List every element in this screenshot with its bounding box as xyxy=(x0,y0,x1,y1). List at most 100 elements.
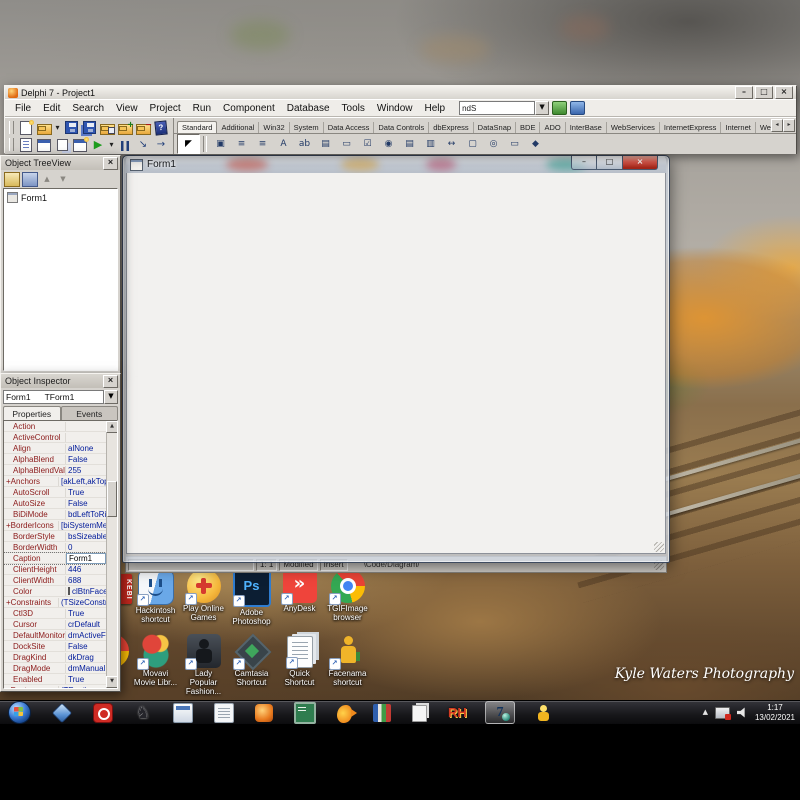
palette-main-menu[interactable]: ≡ xyxy=(231,135,252,153)
toggle-form-unit-button[interactable] xyxy=(53,137,71,153)
property-row-alphablend[interactable]: AlphaBlendFalse xyxy=(4,454,106,465)
ide-title-bar[interactable]: Delphi 7 - Project1 xyxy=(5,86,796,99)
desktop-icon-hackintosh[interactable]: ↗Hackintosh shortcut xyxy=(132,569,179,626)
tray-network-icon[interactable] xyxy=(715,707,730,719)
menu-search[interactable]: Search xyxy=(66,102,110,115)
menu-file[interactable]: File xyxy=(9,102,37,115)
run-dropdown-button[interactable] xyxy=(107,137,116,153)
taskbar-icon-file-manager[interactable] xyxy=(171,702,195,723)
palette-tab-dbexpress[interactable]: dbExpress xyxy=(429,122,473,133)
taskbar-icon-library-books[interactable] xyxy=(371,702,393,723)
property-row-constraints[interactable]: +Constraints(TSizeConstraints) xyxy=(4,597,106,608)
close-icon[interactable] xyxy=(103,157,118,170)
step-over-button[interactable] xyxy=(152,137,170,153)
palette-tab-ado[interactable]: ADO xyxy=(540,122,565,133)
palette-tab-system[interactable]: System xyxy=(290,122,324,133)
view-form-button[interactable] xyxy=(35,137,53,153)
property-value[interactable]: True xyxy=(66,609,106,618)
desktop-icon-facenama[interactable]: ↗Facenama shortcut xyxy=(324,634,371,697)
property-row-autoscroll[interactable]: AutoScrollTrue xyxy=(4,487,106,498)
property-value[interactable]: bdLeftToRight xyxy=(66,510,106,519)
property-row-dragmode[interactable]: DragModedmManual xyxy=(4,663,106,674)
close-icon[interactable] xyxy=(103,375,118,388)
palette-tab-webservices[interactable]: WebServices xyxy=(607,122,660,133)
open-project-button[interactable] xyxy=(98,120,116,136)
otv-list[interactable]: Form1 xyxy=(3,188,118,371)
palette-tab-additional[interactable]: Additional xyxy=(217,122,259,133)
tab-properties[interactable]: Properties xyxy=(3,406,61,420)
scroll-right-icon[interactable]: ▸ xyxy=(783,119,795,132)
property-value[interactable]: 688 xyxy=(66,576,106,585)
scroll-left-icon[interactable]: ◂ xyxy=(771,119,783,132)
property-value[interactable]: alNone xyxy=(66,444,106,453)
chevron-down-icon[interactable] xyxy=(104,390,118,404)
palette-tab-internetexpress[interactable]: InternetExpress xyxy=(660,122,722,133)
palette-combo-box[interactable]: ▥ xyxy=(420,135,441,153)
scroll-up-icon[interactable]: ▲ xyxy=(106,421,118,433)
property-value[interactable]: 0 xyxy=(66,543,106,552)
property-row-activecontrol[interactable]: ActiveControl xyxy=(4,432,106,443)
form-design-surface[interactable] xyxy=(126,173,666,554)
open-dropdown-button[interactable] xyxy=(53,120,62,136)
close-button[interactable] xyxy=(775,86,793,99)
toolbar-grip[interactable] xyxy=(9,138,14,151)
taskbar-icon-blue-diamond[interactable] xyxy=(50,702,74,723)
property-row-color[interactable]: ColorclBtnFace xyxy=(4,586,106,597)
maximize-button[interactable] xyxy=(597,156,622,170)
instance-selector[interactable]: Form1 TForm1 xyxy=(3,390,118,404)
form-resize-grip[interactable] xyxy=(654,542,664,552)
property-row-bordericons[interactable]: +BorderIcons[biSystemMenu,biMin xyxy=(4,520,106,531)
desktop-icon-camtasia[interactable]: ↗Camtasia Shortcut xyxy=(228,634,275,697)
property-value[interactable]: False xyxy=(66,499,106,508)
property-value[interactable]: crDefault xyxy=(66,620,106,629)
taskbar-icon-notepad[interactable] xyxy=(212,702,236,723)
form-title-bar[interactable]: Form1 xyxy=(126,156,666,173)
move-up-button[interactable]: ▲ xyxy=(40,173,54,186)
new-items-button[interactable] xyxy=(17,120,35,136)
taskbar-icon-chess[interactable]: ♞ xyxy=(132,702,154,723)
palette-frames[interactable]: ▣ xyxy=(210,135,231,153)
palette-group-box[interactable]: ▢ xyxy=(462,135,483,153)
form-designer-window[interactable]: Form1 xyxy=(122,155,670,563)
maximize-button[interactable] xyxy=(755,86,773,99)
desktop-combo-value[interactable]: ndS xyxy=(459,101,535,115)
palette-radio-group[interactable]: ◎ xyxy=(483,135,504,153)
palette-radio-button[interactable]: ◉ xyxy=(378,135,399,153)
help-contents-button[interactable] xyxy=(152,120,170,136)
taskbar-icon-documents[interactable] xyxy=(410,702,429,723)
taskbar-icon-goldfish[interactable] xyxy=(335,702,354,723)
tree-item-form1[interactable]: Form1 xyxy=(6,191,115,204)
set-debug-desktop-icon[interactable] xyxy=(570,101,585,115)
property-row-dragkind[interactable]: DragKinddkDrag xyxy=(4,652,106,663)
oi-scrollbar[interactable]: ▲ ▼ xyxy=(106,421,117,688)
property-value[interactable]: [biSystemMenu,biMin xyxy=(59,521,106,530)
property-row-action[interactable]: Action xyxy=(4,421,106,432)
palette-button[interactable]: ▭ xyxy=(336,135,357,153)
desktop-icon-tgifimage[interactable]: ↗TGIFImage browser xyxy=(324,569,371,626)
tray-volume-icon[interactable] xyxy=(737,707,748,718)
property-row-alphablendvalue[interactable]: AlphaBlendValue255 xyxy=(4,465,106,476)
property-row-caption[interactable]: CaptionForm1 xyxy=(4,553,106,564)
delete-item-button[interactable] xyxy=(22,172,38,187)
property-row-font[interactable]: +Font(TFont) xyxy=(4,685,106,688)
desktop-icon-adobe-photoshop[interactable]: ↗Adobe Photoshop xyxy=(228,569,275,626)
new-item-button[interactable] xyxy=(4,172,20,187)
property-value[interactable]: True xyxy=(66,675,106,684)
property-row-cursor[interactable]: CursorcrDefault xyxy=(4,619,106,630)
pause-button[interactable] xyxy=(116,137,134,153)
property-value[interactable]: [akLeft,akTop] xyxy=(59,477,106,486)
desktop-icon-quick-shortcut[interactable]: ↗Quick Shortcut xyxy=(276,634,323,697)
property-row-align[interactable]: AlignalNone xyxy=(4,443,106,454)
menu-edit[interactable]: Edit xyxy=(37,102,66,115)
tray-expand-icon[interactable] xyxy=(703,701,708,724)
open-button[interactable] xyxy=(35,120,53,136)
menu-project[interactable]: Project xyxy=(144,102,187,115)
property-row-borderstyle[interactable]: BorderStylebsSizeable xyxy=(4,531,106,542)
property-value[interactable]: 446 xyxy=(66,565,106,574)
palette-popup-menu[interactable]: ≡ xyxy=(252,135,273,153)
menu-tools[interactable]: Tools xyxy=(336,102,371,115)
add-file-button[interactable] xyxy=(116,120,134,136)
menu-view[interactable]: View xyxy=(110,102,144,115)
menu-help[interactable]: Help xyxy=(418,102,451,115)
desktop-icon-movavi-video-editor[interactable]: ↗Movavi Movie Libr... xyxy=(132,634,179,697)
